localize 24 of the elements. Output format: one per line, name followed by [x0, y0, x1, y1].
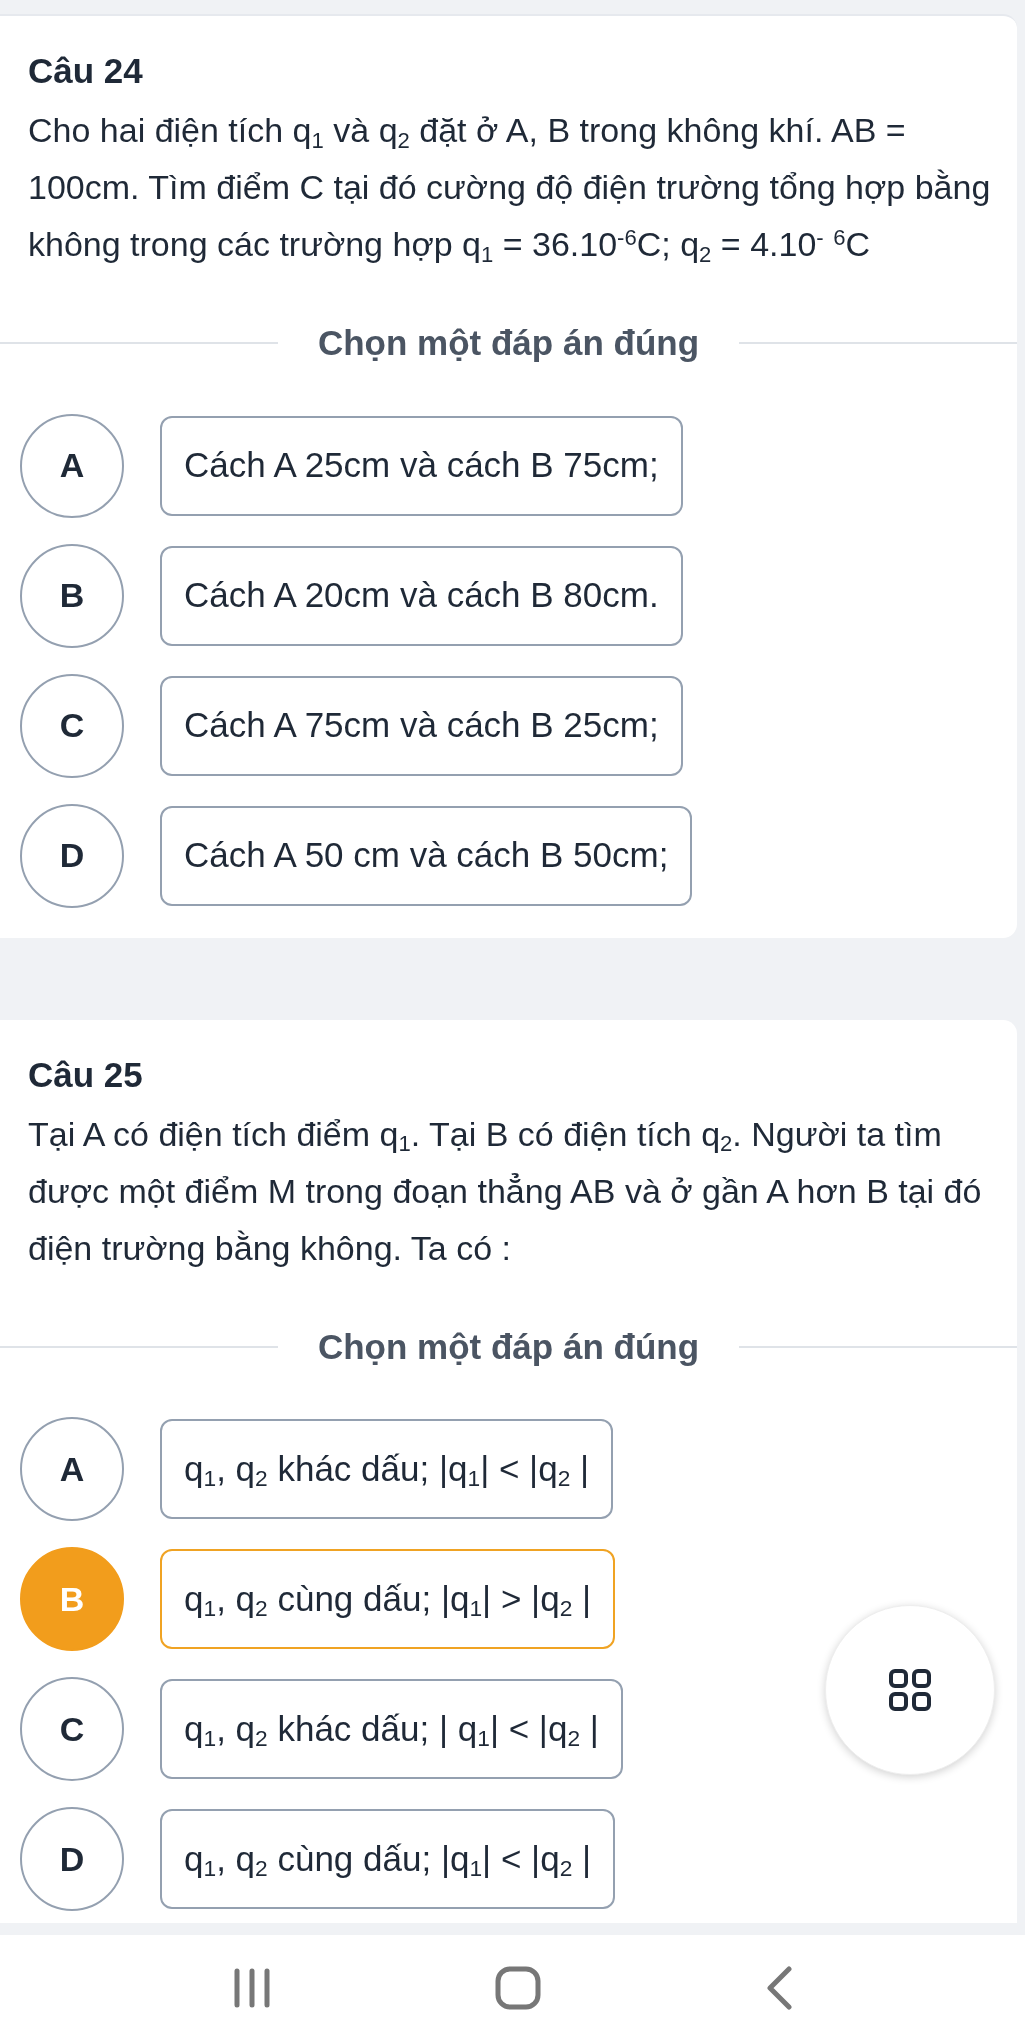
question-text: Cho hai điện tích q$_{1}$ và q$_{2}$ đặt ở A, B trong không khí. AB = 100cm. Tìm điểm C tại đó cường độ điện trường tổng hợp bằng không trong các trường hợp q$_{1}$ = 36.10$^{-6}$C; q$_{2}$ = 4.10$^{-}$ $^{6}$C — [28, 110, 992, 269]
home-icon[interactable] — [495, 1965, 542, 2010]
option-letter[interactable]: A — [20, 1417, 124, 1521]
option-letter[interactable]: C — [20, 1677, 124, 1781]
grid-icon — [888, 1667, 932, 1712]
answer-prompt: Chọn một đáp án đúng — [316, 322, 701, 364]
option-letter[interactable]: D — [20, 1807, 124, 1911]
question-title: Câu 24 — [28, 50, 144, 92]
option-letter[interactable]: A — [20, 413, 124, 518]
answer-option[interactable]: q$_{1}$, q$_{2}$ khác dấu; |q$_{1}$| < |q$_{2}$ | — [160, 1419, 614, 1519]
option-letter[interactable]: C — [20, 673, 124, 778]
option-letter[interactable]: D — [20, 803, 124, 908]
answer-option[interactable]: Cách A 25cm và cách B 75cm; — [160, 415, 683, 516]
answer-option[interactable]: q$_{1}$, q$_{2}$ khác dấu; | q$_{1}$| < |q$_{2}$ | — [160, 1679, 623, 1779]
answer-option[interactable]: Cách A 75cm và cách B 25cm; — [160, 675, 683, 776]
question-title: Câu 25 — [28, 1053, 144, 1096]
option-letter[interactable]: B — [20, 543, 124, 648]
answer-option[interactable]: q$_{1}$, q$_{2}$ cùng dấu; |q$_{1}$| > |q$_{2}$ | — [160, 1549, 616, 1649]
answer-option[interactable]: Cách A 50 cm và cách B 50cm; — [160, 805, 693, 906]
question-text: Tại A có điện tích điểm q$_{1}$. Tại B có điện tích q$_{2}$. Người ta tìm được một điểm M trong đoạn thẳng AB và ở gần A hơn B tại đó điện trường bằng không. Ta có : — [28, 1113, 983, 1269]
answer-option[interactable]: q$_{1}$, q$_{2}$ cùng dấu; |q$_{1}$| < |q$_{2}$ | — [160, 1809, 616, 1909]
answer-option[interactable]: Cách A 20cm và cách B 80cm. — [160, 545, 683, 646]
answer-prompt: Chọn một đáp án đúng — [316, 1325, 701, 1368]
back-icon[interactable] — [765, 1965, 794, 2010]
